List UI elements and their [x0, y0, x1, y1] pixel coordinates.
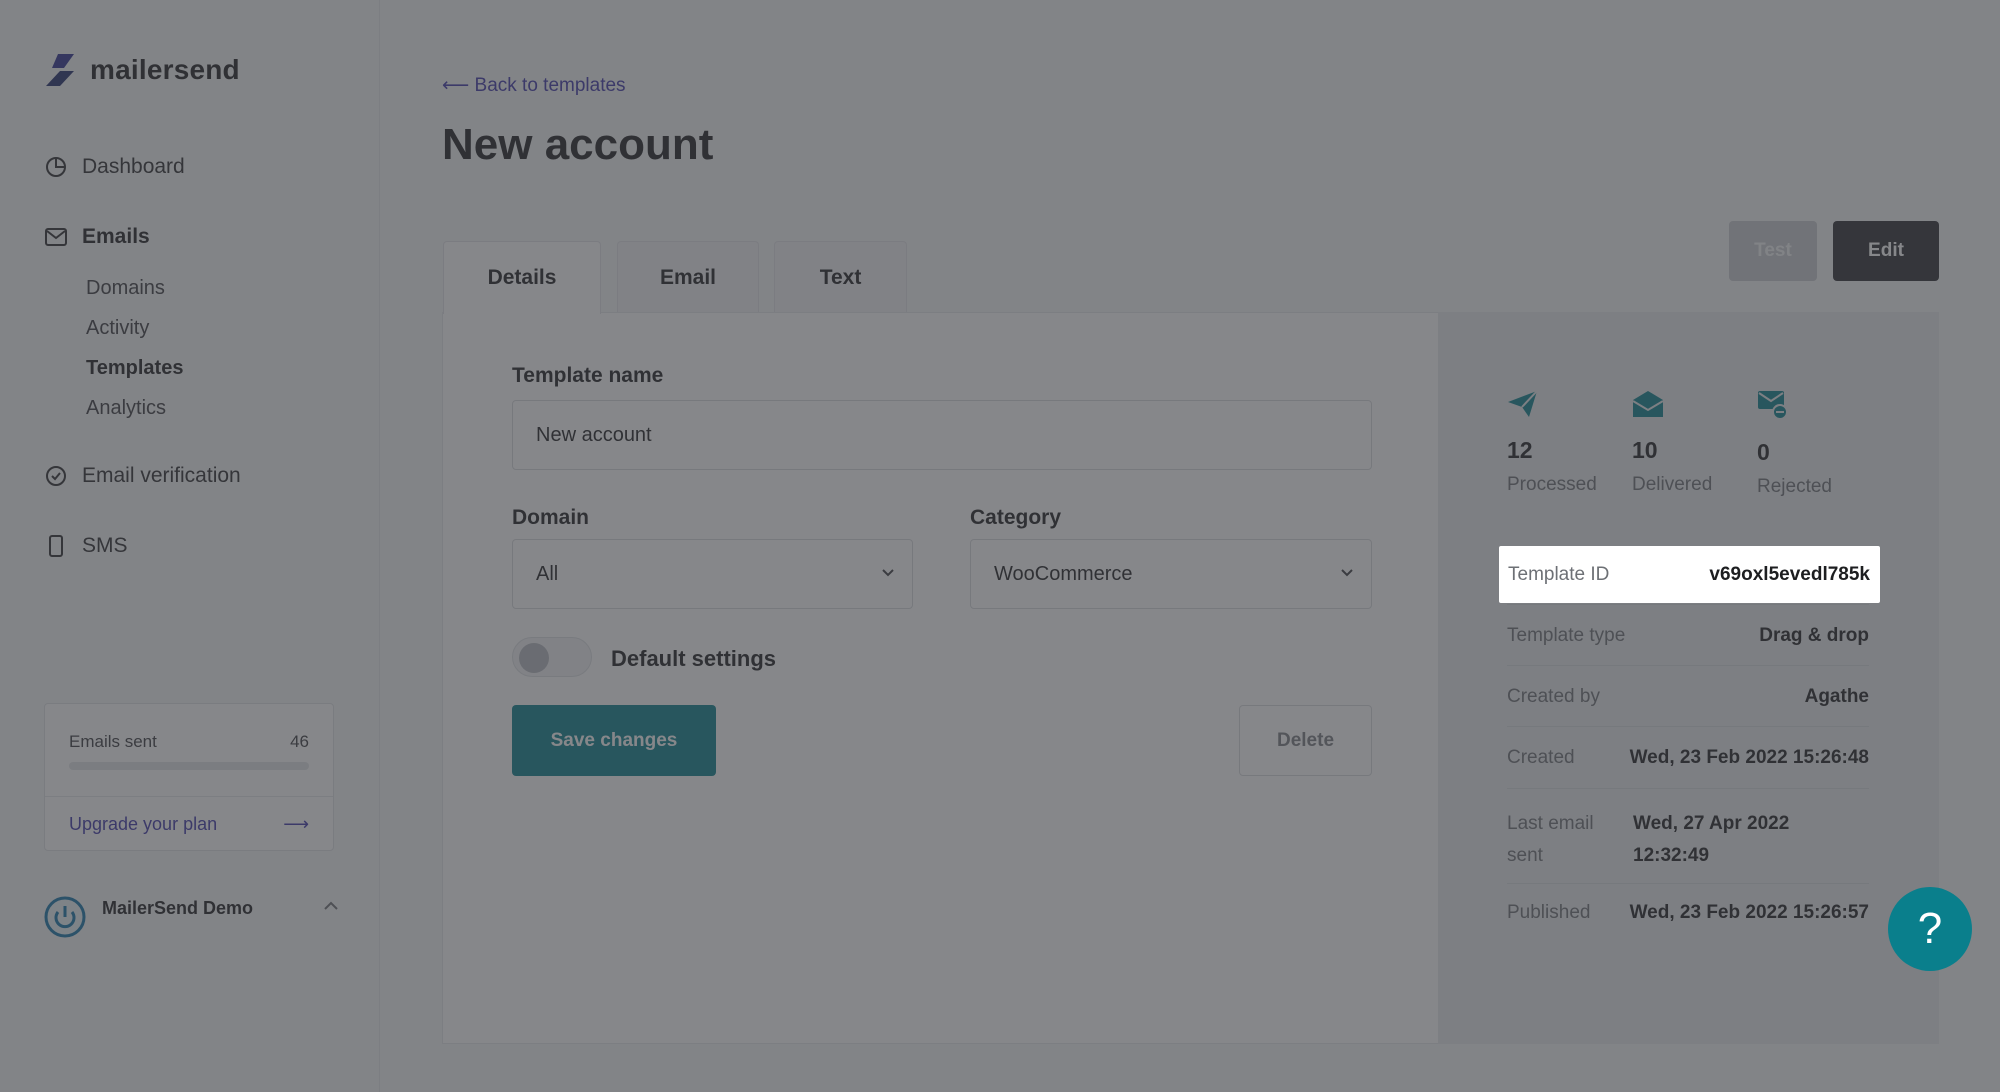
meta-divider: [1507, 665, 1869, 666]
stat-rejected-label: Rejected: [1757, 476, 1832, 497]
tab-email[interactable]: Email: [617, 241, 759, 313]
published-value: Wed, 23 Feb 2022 15:26:57: [1629, 902, 1869, 923]
phone-icon: [44, 534, 68, 558]
logo-text: mailersend: [90, 54, 240, 85]
meta-divider: [1507, 726, 1869, 727]
nav-emails-label: Emails: [82, 225, 150, 248]
nav-sms-label: SMS: [82, 534, 128, 557]
last-email-sent-value: Wed, 27 Apr 2022 12:32:49: [1633, 808, 1869, 868]
usage-summary: Emails sent 46: [69, 732, 309, 752]
page-title: New account: [442, 120, 714, 169]
stat-processed: 12 Processed: [1507, 390, 1597, 496]
check-circle-icon: [44, 464, 68, 488]
nav-email-verification[interactable]: Email verification: [44, 464, 241, 488]
test-button[interactable]: Test: [1729, 221, 1817, 281]
tab-text[interactable]: Text: [774, 241, 907, 313]
paper-plane-icon: [1508, 390, 1538, 417]
last-email-value-line1: Wed, 27 Apr 2022: [1633, 813, 1790, 834]
category-select[interactable]: WooCommerce: [970, 539, 1372, 609]
created-row: Created Wed, 23 Feb 2022 15:26:48: [1507, 747, 1869, 769]
stat-rejected-value: 0: [1757, 439, 1770, 465]
open-envelope-icon: [1632, 391, 1664, 417]
template-name-input[interactable]: New account: [512, 400, 1372, 470]
created-by-value: Agathe: [1804, 686, 1869, 707]
arrow-right-icon: ⟶: [283, 814, 309, 834]
mailersend-logo-icon: [46, 54, 74, 86]
account-name: MailerSend Demo: [102, 898, 254, 918]
upgrade-plan-label: Upgrade your plan: [69, 814, 218, 834]
tab-details[interactable]: Details: [443, 241, 601, 314]
delete-button[interactable]: Delete: [1239, 705, 1372, 776]
meta-divider: [1507, 883, 1869, 884]
account-avatar-icon: [44, 896, 86, 938]
nav-email-verification-label: Email verification: [82, 464, 241, 487]
usage-card: Emails sent 46 Upgrade your plan ⟶: [44, 703, 334, 851]
upgrade-plan-link[interactable]: Upgrade your plan ⟶: [69, 814, 309, 835]
template-type-label: Template type: [1507, 625, 1626, 646]
save-changes-button[interactable]: Save changes: [512, 705, 716, 776]
template-name-label: Template name: [512, 364, 664, 387]
last-email-sent-row: Last email sent Wed, 27 Apr 2022 12:32:4…: [1507, 808, 1869, 868]
nav-templates[interactable]: Templates: [86, 357, 183, 380]
stat-delivered-value: 10: [1632, 437, 1658, 463]
chevron-up-icon: [324, 901, 338, 910]
help-button[interactable]: ?: [1888, 887, 1972, 971]
nav-domains[interactable]: Domains: [86, 277, 165, 300]
template-id-label: Template ID: [1508, 563, 1610, 585]
published-label: Published: [1507, 902, 1591, 923]
meta-divider: [1507, 788, 1869, 789]
nav-analytics[interactable]: Analytics: [86, 397, 166, 420]
stat-processed-value: 12: [1507, 437, 1533, 463]
created-by-row: Created by Agathe: [1507, 686, 1869, 708]
rejected-mail-icon: [1758, 391, 1788, 420]
logo[interactable]: mailersend: [44, 52, 240, 88]
template-id-value[interactable]: v69oxl5evedl785k: [1709, 564, 1870, 586]
nav-emails[interactable]: Emails: [44, 225, 150, 249]
stat-processed-label: Processed: [1507, 474, 1597, 495]
pie-chart-icon: [44, 155, 68, 179]
sidebar: mailersend Dashboard Emails Domains Acti…: [0, 0, 380, 1092]
nav-dashboard[interactable]: Dashboard: [44, 155, 185, 179]
nav-dashboard-label: Dashboard: [82, 155, 185, 178]
back-to-templates-link[interactable]: ⟵ Back to templates: [442, 74, 626, 97]
last-email-label-line2: sent: [1507, 845, 1543, 866]
domain-label: Domain: [512, 506, 590, 529]
default-settings-toggle[interactable]: [512, 637, 592, 677]
created-label: Created: [1507, 747, 1575, 768]
envelope-icon: [44, 225, 68, 249]
edit-button[interactable]: Edit: [1833, 221, 1939, 281]
usage-progress-bar: [69, 762, 309, 770]
meta-divider: [1507, 604, 1869, 605]
chevron-down-icon: [882, 569, 894, 577]
emails-sent-count: 46: [290, 732, 309, 751]
emails-sent-label: Emails sent: [69, 732, 157, 751]
stat-delivered-label: Delivered: [1632, 474, 1713, 495]
usage-divider: [45, 796, 333, 797]
last-email-value-line2: 12:32:49: [1633, 845, 1710, 866]
created-by-label: Created by: [1507, 686, 1600, 707]
template-id-row[interactable]: Template ID v69oxl5evedl785k: [1499, 546, 1880, 603]
domain-value: All: [536, 562, 559, 585]
template-name-value: New account: [536, 423, 652, 446]
default-settings-label: Default settings: [611, 646, 777, 671]
template-type-row: Template type Drag & drop: [1507, 625, 1869, 647]
category-value: WooCommerce: [994, 562, 1133, 585]
stat-rejected: 0 Rejected: [1757, 390, 1832, 498]
stat-delivered: 10 Delivered: [1632, 390, 1712, 496]
category-label: Category: [970, 506, 1062, 529]
last-email-label-line1: Last email: [1507, 813, 1594, 834]
toggle-knob: [519, 643, 549, 673]
nav-activity[interactable]: Activity: [86, 317, 149, 340]
account-switcher[interactable]: MailerSend Demo: [44, 896, 340, 938]
nav-sms[interactable]: SMS: [44, 534, 128, 558]
domain-select[interactable]: All: [512, 539, 913, 609]
template-type-value: Drag & drop: [1759, 625, 1869, 646]
published-row: Published Wed, 23 Feb 2022 15:26:57: [1507, 902, 1869, 924]
chevron-down-icon: [1341, 569, 1353, 577]
created-value: Wed, 23 Feb 2022 15:26:48: [1629, 747, 1869, 768]
last-email-sent-label: Last email sent: [1507, 808, 1594, 868]
